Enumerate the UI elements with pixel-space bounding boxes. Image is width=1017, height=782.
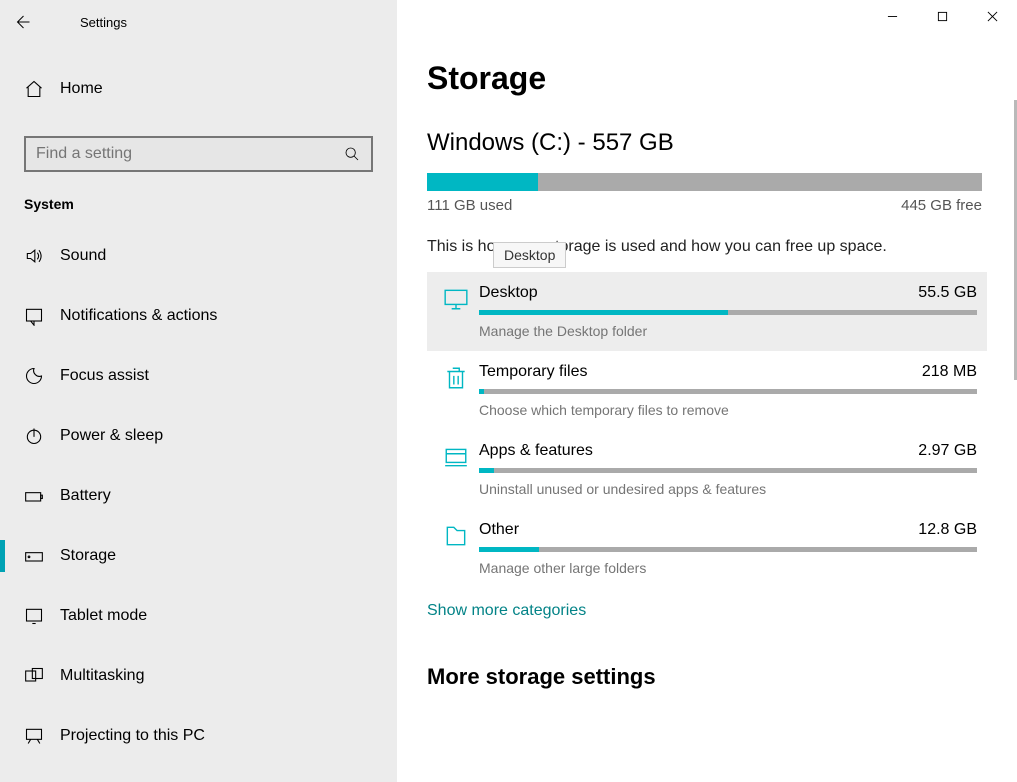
trash-icon xyxy=(433,363,479,391)
section-header: System xyxy=(0,172,397,226)
battery-icon xyxy=(24,486,60,506)
disk-title: Windows (C:) - 557 GB xyxy=(427,129,987,157)
maximize-button[interactable] xyxy=(917,0,967,32)
sidebar-item-label: Storage xyxy=(60,547,116,565)
window-controls xyxy=(867,0,1017,32)
category-desc: Manage other large folders xyxy=(479,560,977,576)
category-desktop[interactable]: Desktop 55.5 GB Manage the Desktop folder xyxy=(427,272,987,351)
sidebar-item-projecting[interactable]: Projecting to this PC xyxy=(0,706,397,766)
back-button[interactable] xyxy=(0,0,44,44)
disk-used-bar xyxy=(427,173,538,191)
sidebar-item-label: Multitasking xyxy=(60,667,144,685)
sidebar-item-sound[interactable]: Sound xyxy=(0,226,397,286)
tooltip: Desktop xyxy=(493,242,566,268)
multitasking-icon xyxy=(24,666,60,686)
category-size: 218 MB xyxy=(922,363,977,381)
category-apps-features[interactable]: Apps & features 2.97 GB Uninstall unused … xyxy=(427,430,987,509)
sidebar: Settings Home System Sound Notifications… xyxy=(0,0,397,782)
category-bar xyxy=(479,468,977,473)
sidebar-item-tablet-mode[interactable]: Tablet mode xyxy=(0,586,397,646)
show-more-link[interactable]: Show more categories xyxy=(427,602,586,620)
disk-used-label: 111 GB used xyxy=(427,197,512,214)
main-content: Storage Windows (C:) - 557 GB 111 GB use… xyxy=(397,0,1017,782)
close-button[interactable] xyxy=(967,0,1017,32)
sidebar-item-label: Projecting to this PC xyxy=(60,727,205,745)
sidebar-home[interactable]: Home xyxy=(0,64,397,114)
sidebar-item-notifications[interactable]: Notifications & actions xyxy=(0,286,397,346)
sidebar-item-label: Notifications & actions xyxy=(60,307,217,325)
category-name: Desktop xyxy=(479,284,538,302)
sidebar-item-label: Tablet mode xyxy=(60,607,147,625)
page-title: Storage xyxy=(427,60,987,97)
more-settings-heading: More storage settings xyxy=(427,664,987,690)
search-field[interactable] xyxy=(36,145,343,163)
category-name: Other xyxy=(479,521,519,539)
category-name: Temporary files xyxy=(479,363,587,381)
sidebar-item-power-sleep[interactable]: Power & sleep xyxy=(0,406,397,466)
sidebar-item-focus-assist[interactable]: Focus assist xyxy=(0,346,397,406)
search-icon xyxy=(343,146,361,162)
minimize-icon xyxy=(887,11,898,22)
home-icon xyxy=(24,79,60,99)
disk-usage-bar xyxy=(427,173,982,191)
sidebar-item-label: Power & sleep xyxy=(60,427,163,445)
category-size: 2.97 GB xyxy=(918,442,977,460)
apps-icon xyxy=(433,442,479,470)
arrow-left-icon xyxy=(13,13,31,31)
category-size: 12.8 GB xyxy=(918,521,977,539)
storage-icon xyxy=(24,546,60,566)
close-icon xyxy=(987,11,998,22)
category-desc: Choose which temporary files to remove xyxy=(479,402,977,418)
search-input[interactable] xyxy=(24,136,373,172)
sidebar-item-label: Battery xyxy=(60,487,111,505)
folder-icon xyxy=(433,521,479,549)
desktop-icon xyxy=(433,284,479,312)
sidebar-item-storage[interactable]: Storage xyxy=(0,526,397,586)
focus-assist-icon xyxy=(24,366,60,386)
sidebar-item-label: Focus assist xyxy=(60,367,149,385)
titlebar: Settings xyxy=(0,0,397,44)
category-other[interactable]: Other 12.8 GB Manage other large folders xyxy=(427,509,987,588)
disk-free-label: 445 GB free xyxy=(901,197,982,214)
projecting-icon xyxy=(24,726,60,746)
category-bar xyxy=(479,389,977,394)
sound-icon xyxy=(24,246,60,266)
category-desc: Manage the Desktop folder xyxy=(479,323,977,339)
category-bar xyxy=(479,310,977,315)
category-size: 55.5 GB xyxy=(918,284,977,302)
sidebar-item-multitasking[interactable]: Multitasking xyxy=(0,646,397,706)
home-label: Home xyxy=(60,80,103,98)
minimize-button[interactable] xyxy=(867,0,917,32)
app-title: Settings xyxy=(44,15,127,30)
category-desc: Uninstall unused or undesired apps & fea… xyxy=(479,481,977,497)
category-temporary-files[interactable]: Temporary files 218 MB Choose which tempo… xyxy=(427,351,987,430)
maximize-icon xyxy=(937,11,948,22)
sidebar-item-label: Sound xyxy=(60,247,106,265)
sidebar-item-battery[interactable]: Battery xyxy=(0,466,397,526)
notifications-icon xyxy=(24,306,60,326)
power-icon xyxy=(24,426,60,446)
tablet-icon xyxy=(24,606,60,626)
category-name: Apps & features xyxy=(479,442,593,460)
category-bar xyxy=(479,547,977,552)
